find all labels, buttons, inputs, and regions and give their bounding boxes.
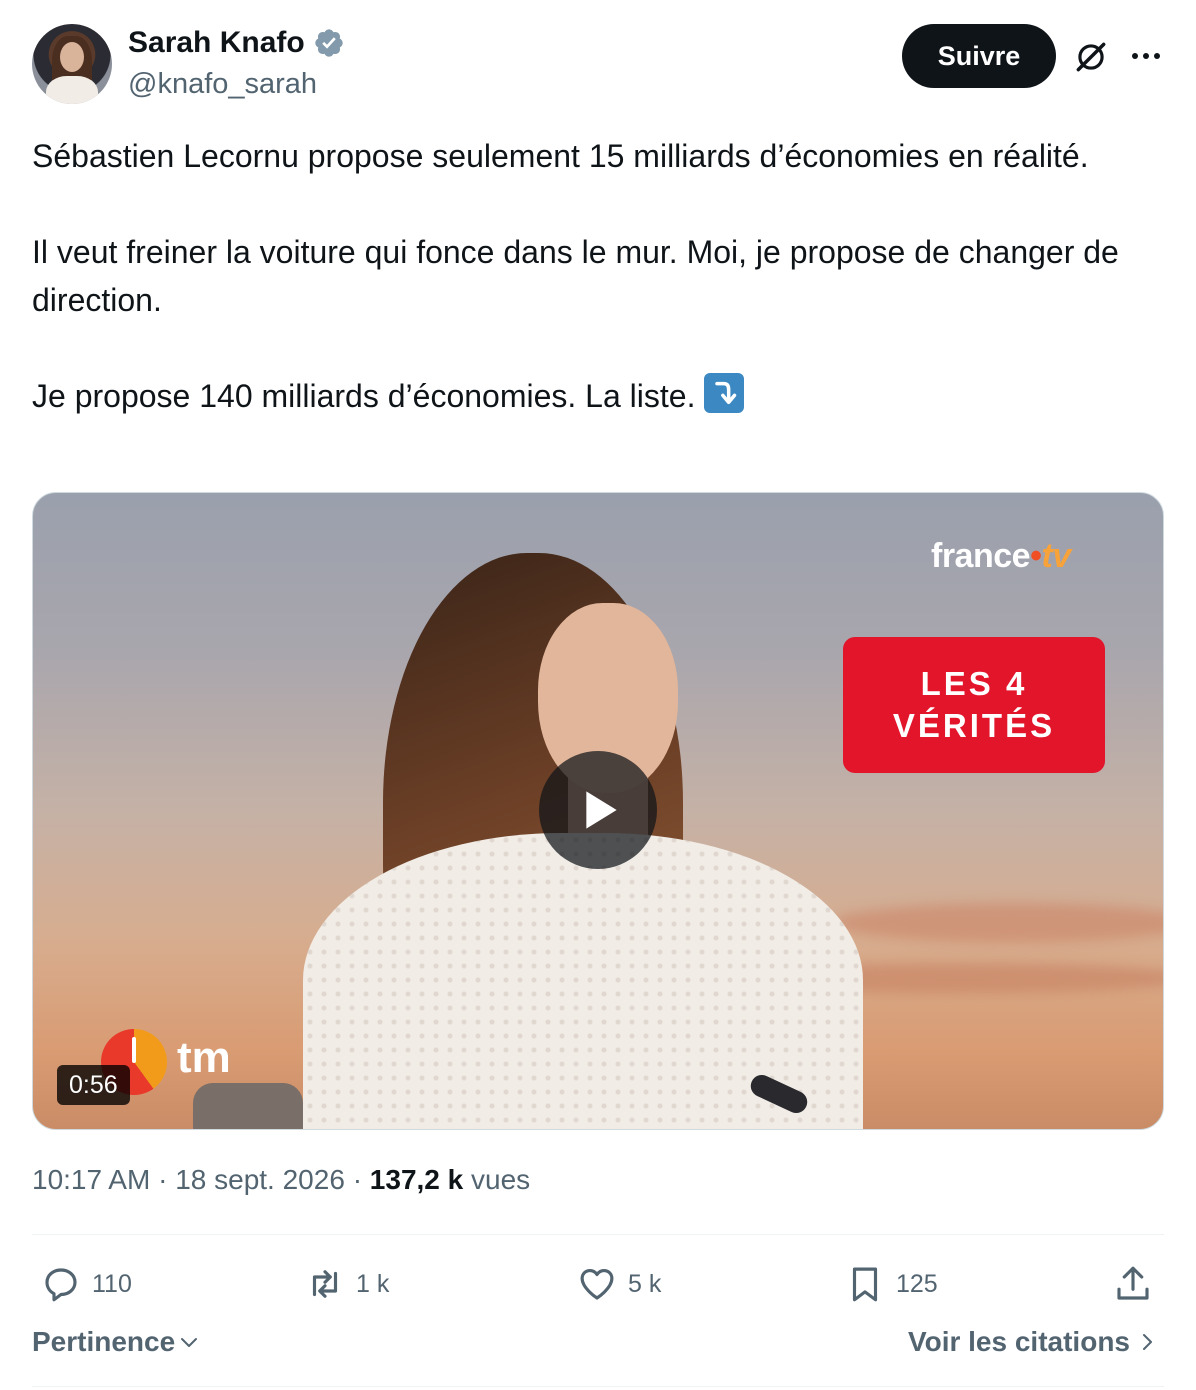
divider (32, 1234, 1164, 1235)
chair (193, 1083, 303, 1129)
more-dots-icon[interactable] (1126, 38, 1166, 74)
bookmark-count: 125 (896, 1269, 938, 1298)
views-count: 137,2 k (369, 1164, 464, 1195)
chevron-right-icon (1143, 1334, 1152, 1350)
meta-separator: · (158, 1164, 168, 1195)
video-player[interactable]: france•tv LES 4 VÉRITÉS tm 0:56 (32, 492, 1164, 1130)
name-row: Sarah Knafo (128, 26, 345, 60)
like-button[interactable]: 5 k (576, 1256, 661, 1312)
bookmark-icon (852, 1267, 878, 1302)
meta-separator: · (352, 1164, 363, 1195)
tweet-time[interactable]: 10:17 AM (32, 1164, 150, 1195)
tweet-text: Sébastien Lecornu propose seulement 15 m… (32, 132, 1172, 420)
badge-line-2: VÉRITÉS (892, 707, 1056, 744)
grok-icon[interactable] (1072, 38, 1110, 76)
brand-main: france (931, 537, 1031, 575)
sky-haze (833, 903, 1163, 943)
tweet-paragraph-3-text: Je propose 140 milliards d’économies. La… (32, 378, 696, 414)
sort-dropdown[interactable]: Pertinence (32, 1326, 201, 1358)
verified-badge-icon[interactable] (313, 27, 345, 59)
play-icon (586, 791, 617, 829)
tweet-meta: 10:17 AM · 18 sept. 2026 · 137,2 k vues (32, 1164, 530, 1196)
tweet-paragraph-1: Sébastien Lecornu propose seulement 15 m… (32, 138, 1089, 174)
sort-label: Pertinence (32, 1326, 176, 1357)
repost-button[interactable]: 1 k (304, 1256, 389, 1312)
quotes-label: Voir les citations (908, 1326, 1130, 1357)
reply-icon (45, 1268, 77, 1302)
handle[interactable]: @knafo_sarah (128, 68, 317, 101)
repost-count: 1 k (356, 1269, 390, 1298)
france-tv-logo: france•tv (931, 537, 1071, 576)
avatar-face (60, 42, 84, 72)
chevron-down-icon (181, 1338, 198, 1347)
reply-count: 110 (92, 1269, 132, 1298)
bookmark-button[interactable]: 125 (844, 1256, 938, 1312)
heart-icon (580, 1268, 614, 1300)
divider (32, 1386, 1164, 1387)
avatar[interactable] (32, 24, 112, 104)
share-button[interactable] (1112, 1256, 1154, 1312)
tweet-paragraph-2: Il veut freiner la voiture qui fonce dan… (32, 234, 1119, 318)
brand-tv: tv (1041, 537, 1071, 575)
avatar-body (46, 76, 98, 104)
views-label: vues (471, 1164, 531, 1195)
like-count: 5 k (628, 1269, 662, 1298)
badge-line-1: LES 4 (920, 665, 1028, 702)
action-bar: 110 1 k 5 k 125 (32, 1256, 1164, 1312)
tweet-date[interactable]: 18 sept. 2026 (175, 1164, 345, 1195)
tweet-paragraph-3: Je propose 140 milliards d’économies. La… (32, 372, 1172, 420)
follow-button[interactable]: Suivre (902, 24, 1056, 88)
share-icon (1117, 1266, 1149, 1300)
view-quotes-link[interactable]: Voir les citations (908, 1326, 1158, 1358)
reply-button[interactable]: 110 (40, 1256, 132, 1312)
replies-toolbar: Pertinence Voir les citations (32, 1326, 1164, 1366)
play-button[interactable] (539, 751, 657, 869)
tm-logo: tm (177, 1033, 231, 1082)
arrow-heading-down-emoji-icon (704, 373, 745, 413)
repost-icon (312, 1270, 338, 1298)
show-title-badge: LES 4 VÉRITÉS (843, 637, 1105, 773)
tweet-header: Sarah Knafo @knafo_sarah Suivre (32, 24, 1164, 106)
brand-dot: • (1030, 537, 1042, 575)
video-duration: 0:56 (57, 1065, 130, 1105)
display-name[interactable]: Sarah Knafo (128, 26, 305, 60)
